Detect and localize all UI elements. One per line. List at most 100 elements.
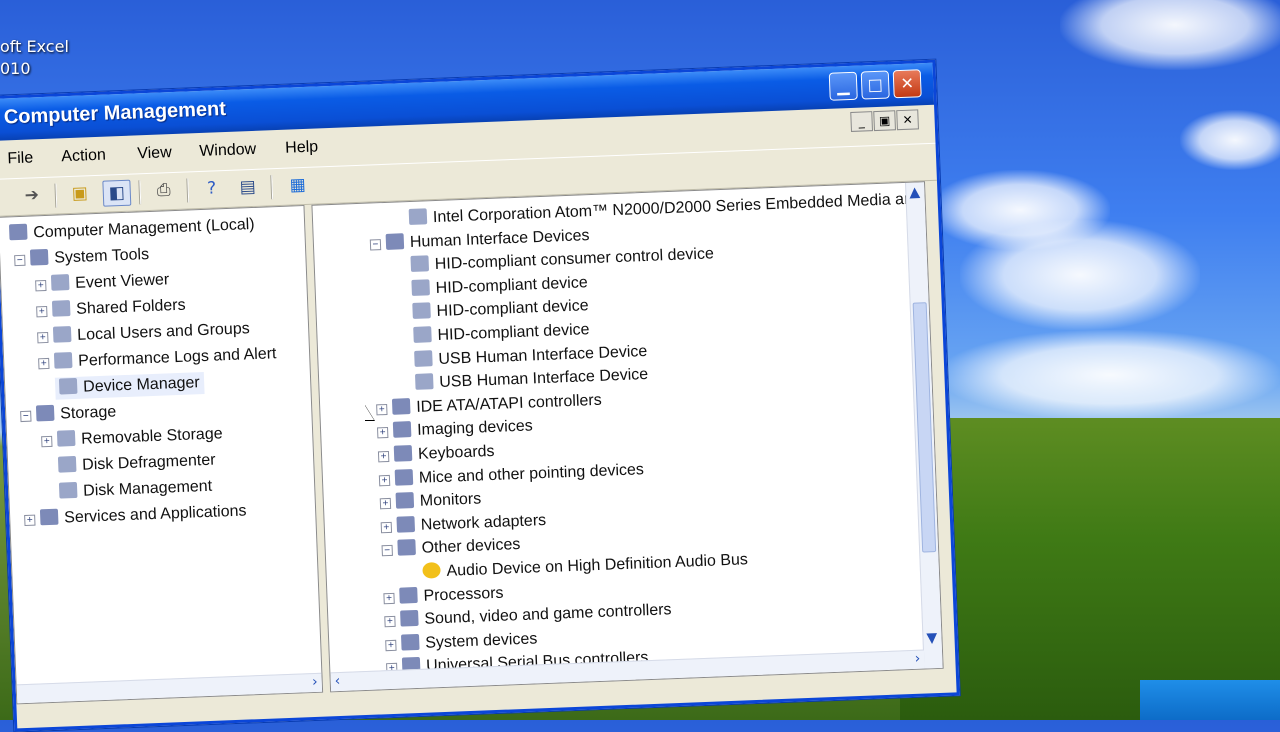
expand-icon[interactable]: +: [41, 435, 53, 448]
device-icon: [50, 274, 70, 291]
console-tree-item[interactable]: Disk Defragmenter: [57, 450, 216, 478]
device-icon: [52, 326, 72, 343]
print-icon[interactable]: ⎙: [150, 178, 177, 203]
device-tree-item[interactable]: + Processors: [383, 582, 504, 608]
vertical-scrollbar[interactable]: ▲ ▼: [905, 182, 943, 669]
scroll-right-icon[interactable]: ›: [914, 651, 920, 667]
console-tree-item-label: Performance Logs and Alert: [77, 345, 277, 370]
category-icon: [8, 223, 28, 241]
device-icon: [413, 326, 432, 343]
menu-window[interactable]: Window: [199, 141, 257, 161]
collapse-icon[interactable]: −: [20, 410, 32, 423]
category-icon: [396, 515, 416, 533]
console-tree-item[interactable]: Device Manager: [54, 372, 205, 400]
device-icon: [414, 349, 433, 367]
expand-icon[interactable]: +: [24, 514, 36, 526]
console-tree-item[interactable]: + Event Viewer: [35, 269, 170, 296]
properties-icon[interactable]: ▤: [234, 175, 261, 200]
console-tree-item[interactable]: + Services and Applications: [24, 500, 247, 530]
scroll-right-icon[interactable]: ›: [312, 674, 318, 690]
device-tree-item-label: HID-compliant device: [435, 273, 588, 297]
minimize-button[interactable]: ▁: [828, 71, 858, 101]
console-tree-item[interactable]: + Local Users and Groups: [37, 318, 250, 348]
console-tree-item[interactable]: − System Tools: [14, 244, 150, 271]
category-icon: [385, 232, 405, 250]
mdi-restore-button[interactable]: ▣: [873, 110, 896, 132]
console-tree-item[interactable]: + Shared Folders: [36, 295, 186, 322]
show-hide-tree-icon[interactable]: ◧: [102, 179, 132, 207]
expand-icon[interactable]: +: [383, 592, 395, 604]
expand-icon[interactable]: +: [36, 305, 48, 318]
mouse-cursor: [364, 404, 374, 420]
device-icon: [51, 300, 71, 317]
desktop-icon-label-line2: 010: [0, 59, 31, 78]
device-tree-item-label: Keyboards: [417, 442, 495, 463]
scroll-up-icon[interactable]: ▲: [909, 184, 920, 200]
device-icon: [58, 377, 78, 395]
expand-icon[interactable]: +: [35, 279, 47, 292]
category-icon: [395, 492, 415, 509]
device-tree-item[interactable]: + Imaging devices: [377, 416, 533, 443]
help-icon[interactable]: ?: [198, 176, 225, 201]
device-tree-item[interactable]: + Monitors: [379, 489, 482, 514]
menu-action[interactable]: Action: [61, 147, 106, 167]
collapse-icon[interactable]: −: [14, 254, 26, 267]
console-tree-item[interactable]: + Performance Logs and Alert: [38, 343, 277, 374]
expand-icon[interactable]: +: [37, 331, 49, 344]
device-tree-item-label: Other devices: [421, 536, 521, 558]
menu-help[interactable]: Help: [285, 138, 319, 157]
device-tree-item[interactable]: + Network adapters: [380, 510, 547, 538]
cloud: [960, 220, 1200, 330]
up-folder-icon[interactable]: ▣: [66, 181, 93, 206]
expand-icon[interactable]: +: [377, 427, 389, 439]
left-horizontal-scrollbar[interactable]: ›: [16, 672, 323, 704]
scrollbar-thumb[interactable]: [912, 302, 937, 553]
device-tree-item[interactable]: − Other devices: [381, 534, 521, 561]
console-tree-item-label: Disk Management: [82, 477, 213, 500]
category-icon: [391, 397, 411, 415]
maximize-button[interactable]: □: [860, 70, 890, 100]
device-tree-item[interactable]: + System devices: [385, 628, 538, 655]
device-tree-pane[interactable]: Intel Corporation Atom™ N2000/D2000 Seri…: [311, 181, 944, 693]
expand-icon[interactable]: +: [380, 521, 393, 534]
expand-icon[interactable]: +: [385, 639, 397, 652]
scroll-down-icon[interactable]: ▼: [926, 630, 937, 646]
console-tree-item[interactable]: + Removable Storage: [41, 423, 223, 451]
console-tree-item[interactable]: Disk Management: [58, 476, 213, 504]
console-tree-pane[interactable]: Computer Management (Local) − System Tools…: [0, 205, 324, 705]
menu-view[interactable]: View: [137, 144, 172, 163]
toolbar-separator: [138, 180, 142, 205]
mdi-close-button[interactable]: ✕: [896, 109, 919, 131]
forward-icon[interactable]: ➔: [18, 183, 45, 208]
console-tree-item[interactable]: Computer Management (Local): [8, 214, 255, 245]
console-tree-item-label: Device Manager: [82, 374, 200, 396]
collapse-icon[interactable]: −: [381, 545, 393, 557]
close-button[interactable]: ✕: [892, 69, 922, 99]
device-tree-item-label: Processors: [423, 584, 504, 605]
expand-icon[interactable]: +: [377, 450, 390, 463]
device-tree-item-label: Network adapters: [420, 511, 547, 534]
cloud: [1060, 0, 1280, 70]
device-icon: [411, 279, 430, 296]
system-tray[interactable]: [1140, 680, 1280, 720]
console-tree-item[interactable]: − Storage: [20, 401, 117, 426]
console-tree-item-label: Shared Folders: [75, 296, 186, 318]
device-tree-item-label: IDE ATA/ATAPI controllers: [415, 391, 602, 416]
console-tree-item-label: Storage: [59, 403, 117, 423]
collapse-icon[interactable]: −: [369, 238, 382, 251]
desktop-icon-label[interactable]: oft Excel 010: [0, 36, 69, 80]
device-tree-item-label: Mice and other pointing devices: [418, 460, 645, 487]
scroll-left-icon[interactable]: ‹: [334, 673, 340, 689]
menu-file[interactable]: File: [7, 149, 33, 168]
expand-icon[interactable]: +: [38, 357, 50, 370]
device-manager-icon[interactable]: ▦: [284, 173, 311, 198]
expand-icon[interactable]: +: [376, 403, 388, 416]
toolbar-separator: [270, 175, 274, 200]
device-icon: [410, 255, 430, 273]
device-tree-item[interactable]: + Keyboards: [377, 441, 495, 467]
expand-icon[interactable]: +: [384, 616, 396, 628]
expand-icon[interactable]: +: [378, 474, 391, 486]
expand-icon[interactable]: +: [379, 498, 392, 510]
device-tree-item-label: USB Human Interface Device: [438, 342, 648, 368]
device-icon: [58, 481, 78, 499]
